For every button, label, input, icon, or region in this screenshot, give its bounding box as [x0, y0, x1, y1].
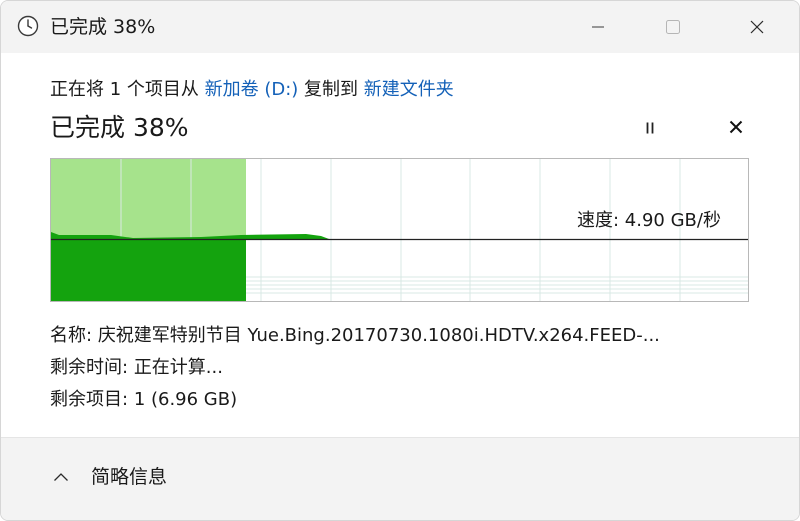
footer: 简略信息 — [1, 437, 799, 520]
minimize-icon — [591, 20, 605, 34]
maximize-icon — [665, 19, 681, 35]
title-bar[interactable]: 已完成 38% — [1, 1, 799, 53]
detail-name: 名称: 庆祝建军特别节目 Yue.Bing.20170730.1080i.HDT… — [50, 323, 750, 349]
speed-area — [51, 232, 329, 301]
destination-link[interactable]: 新建文件夹 — [364, 79, 454, 100]
name-value: 庆祝建军特别节目 Yue.Bing.20170730.1080i.HDTV.x2… — [97, 325, 660, 346]
chevron-up-icon — [53, 472, 69, 482]
fewer-details-toggle[interactable]: 简略信息 — [53, 464, 167, 490]
pause-icon — [643, 120, 657, 139]
copy-progress-window: 已完成 38% 正在将 1 个项目从 新加卷 (D:) 复制到 新建文件夹 已完… — [0, 0, 800, 521]
close-icon — [749, 19, 765, 35]
source-link[interactable]: 新加卷 (D:) — [205, 79, 299, 100]
window-title: 已完成 38% — [50, 16, 156, 38]
clock-icon — [17, 15, 39, 37]
items-value: 1 (6.96 GB) — [133, 389, 238, 410]
copy-description: 正在将 1 个项目从 新加卷 (D:) 复制到 新建文件夹 — [50, 77, 454, 103]
minimize-button[interactable] — [576, 9, 620, 45]
cancel-button[interactable] — [721, 114, 751, 144]
name-label: 名称: — [50, 325, 93, 346]
fewer-details-label: 简略信息 — [91, 466, 168, 488]
time-label: 剩余时间: — [50, 357, 129, 378]
items-label: 剩余项目: — [50, 389, 129, 410]
detail-items-remaining: 剩余项目: 1 (6.96 GB) — [50, 387, 237, 413]
detail-time-remaining: 剩余时间: 正在计算... — [50, 355, 223, 381]
pause-button[interactable] — [635, 114, 665, 144]
close-button[interactable] — [735, 9, 779, 45]
cancel-icon — [728, 119, 744, 139]
maximize-button[interactable] — [651, 9, 695, 45]
copy-middle: 复制到 — [298, 79, 364, 100]
time-value: 正在计算... — [133, 357, 223, 378]
progress-heading: 已完成 38% — [50, 113, 189, 142]
speed-label: 速度: 4.90 GB/秒 — [577, 210, 721, 231]
copy-prefix: 正在将 1 个项目从 — [50, 79, 205, 100]
